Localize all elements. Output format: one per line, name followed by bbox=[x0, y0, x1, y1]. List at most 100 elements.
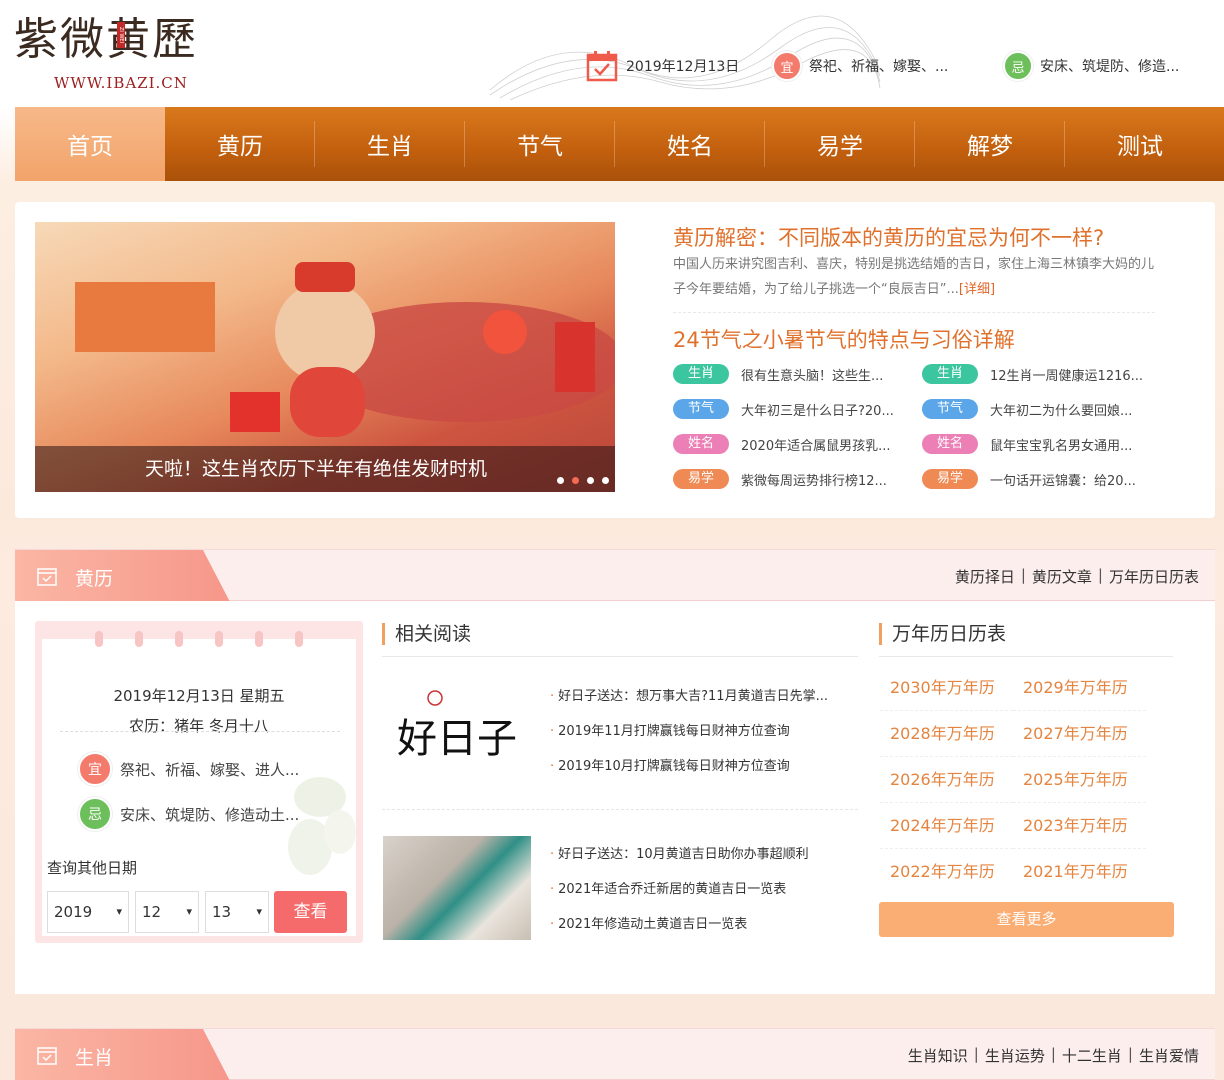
yi-badge: 宜 bbox=[78, 752, 112, 786]
link-twelve-zodiac[interactable]: 十二生肖 bbox=[1062, 1045, 1122, 1066]
nav-shengxiao[interactable]: 生肖 bbox=[315, 107, 465, 181]
link-shengxiao-fortune[interactable]: 生肖运势 bbox=[985, 1045, 1045, 1066]
haorizi-text: 好日子 bbox=[397, 716, 517, 762]
year-link[interactable]: 2027年万年历 bbox=[1013, 711, 1146, 757]
year-link[interactable]: 2021年万年历 bbox=[1013, 849, 1146, 895]
reading-link[interactable]: 2019年11月打牌赢钱每日财神方位查询 bbox=[550, 714, 828, 749]
news-title[interactable]: 一句话开运锦囊：给20... bbox=[990, 470, 1136, 489]
mahjong-image[interactable] bbox=[383, 836, 531, 940]
day-select[interactable]: 13 bbox=[205, 891, 269, 933]
link-huangli-zeri[interactable]: 黄历择日 bbox=[955, 566, 1015, 587]
link-separator: | bbox=[1097, 566, 1103, 584]
link-huangli-article[interactable]: 黄历文章 bbox=[1032, 566, 1092, 587]
detail-link[interactable]: [详细] bbox=[959, 282, 995, 297]
news-item[interactable]: 易学 一句话开运锦囊：给20... bbox=[922, 469, 1136, 489]
featured-title-1[interactable]: 黄历解密：不同版本的黄历的宜忌为何不一样? bbox=[673, 222, 1104, 252]
shengxiao-section-tab: 生肖 bbox=[15, 1029, 230, 1080]
nav-yixue[interactable]: 易学 bbox=[765, 107, 915, 181]
news-title[interactable]: 很有生意头脑！这些生... bbox=[741, 365, 883, 384]
nav-jieqi[interactable]: 节气 bbox=[465, 107, 615, 181]
section-links: 生肖知识 | 生肖运势 | 十二生肖 | 生肖爱情 bbox=[908, 1045, 1199, 1066]
year-link[interactable]: 2029年万年历 bbox=[1013, 665, 1146, 711]
tag-pill: 易学 bbox=[673, 469, 729, 489]
carousel-dot[interactable] bbox=[602, 477, 609, 484]
reading-link[interactable]: 2021年修造动土黄道吉日一览表 bbox=[550, 907, 809, 942]
year-link[interactable]: 2026年万年历 bbox=[880, 757, 1013, 803]
featured-panel: 天啦！这生肖农历下半年有绝佳发财时机 黄历解密：不同版本的黄历的宜忌为何不一样?… bbox=[15, 202, 1215, 518]
calendar-ring bbox=[175, 631, 183, 647]
site-url[interactable]: WWW.IBAZI.CN bbox=[54, 74, 188, 92]
calendar-ji-text: 安床、筑堤防、修造动土... bbox=[120, 805, 300, 824]
news-item[interactable]: 生肖 很有生意头脑！这些生... bbox=[673, 364, 883, 384]
calendar-date: 2019年12月13日 星期五 bbox=[113, 687, 285, 705]
view-date-button[interactable]: 查看 bbox=[274, 891, 347, 933]
news-title[interactable]: 大年初二为什么要回娘... bbox=[990, 400, 1132, 419]
news-item[interactable]: 姓名 鼠年宝宝乳名男女通用... bbox=[922, 434, 1132, 454]
header-ji: 忌 安床、筑堤防、修造... bbox=[1003, 50, 1179, 82]
news-item[interactable]: 姓名 2020年适合属鼠男孩乳... bbox=[673, 434, 890, 454]
link-separator: | bbox=[973, 1045, 979, 1063]
calendar-check-icon bbox=[586, 51, 618, 82]
year-link[interactable]: 2030年万年历 bbox=[880, 665, 1013, 711]
news-item[interactable]: 节气 大年初二为什么要回娘... bbox=[922, 399, 1132, 419]
year-link[interactable]: 2022年万年历 bbox=[880, 849, 1013, 895]
carousel-dot[interactable] bbox=[572, 477, 579, 484]
nav-huangli[interactable]: 黄历 bbox=[165, 107, 315, 181]
reading-link[interactable]: 好日子送达：10月黄道吉日助你办事超顺利 bbox=[550, 837, 809, 872]
nav-ceshi[interactable]: 测试 bbox=[1065, 107, 1215, 181]
year-link[interactable]: 2025年万年历 bbox=[1013, 757, 1146, 803]
wannianli-underline bbox=[879, 656, 1173, 657]
calendar-ring bbox=[215, 631, 223, 647]
related-reading-title: 相关阅读 bbox=[382, 623, 471, 645]
tag-pill: 节气 bbox=[922, 399, 978, 419]
news-item[interactable]: 节气 大年初三是什么日子?20... bbox=[673, 399, 894, 419]
logo-seal: ZI WEI bbox=[117, 22, 125, 48]
year-link[interactable]: 2023年万年历 bbox=[1013, 803, 1146, 849]
news-title[interactable]: 2020年适合属鼠男孩乳... bbox=[741, 435, 890, 454]
reading-link[interactable]: 好日子送达：想万事大吉?11月黄道吉日先掌... bbox=[550, 679, 828, 714]
header-yi-text: 祭祀、祈福、嫁娶、... bbox=[809, 59, 949, 75]
carousel-dot[interactable] bbox=[587, 477, 594, 484]
featured-title-2[interactable]: 24节气之小暑节气的特点与习俗详解 bbox=[673, 324, 1015, 354]
calendar-card: 2019年12月13日 星期五 农历：猪年 冬月十八 宜 祭祀、祈福、嫁娶、进人… bbox=[35, 621, 363, 943]
calendar-yi-text: 祭祀、祈福、嫁娶、进人... bbox=[120, 760, 300, 779]
link-shengxiao-love[interactable]: 生肖爱情 bbox=[1139, 1045, 1199, 1066]
calendar-ji-row: 忌 安床、筑堤防、修造动土... bbox=[78, 797, 299, 831]
banner-carousel[interactable]: 天啦！这生肖农历下半年有绝佳发财时机 bbox=[35, 222, 615, 492]
news-title[interactable]: 鼠年宝宝乳名男女通用... bbox=[990, 435, 1132, 454]
view-more-button[interactable]: 查看更多 bbox=[879, 902, 1174, 937]
link-wannianli[interactable]: 万年历日历表 bbox=[1109, 566, 1199, 587]
reading-link[interactable]: 2021年适合乔迁新居的黄道吉日一览表 bbox=[550, 872, 809, 907]
news-title[interactable]: 大年初三是什么日子?20... bbox=[741, 400, 894, 419]
nav-xingming[interactable]: 姓名 bbox=[615, 107, 765, 181]
reading-link[interactable]: 2019年10月打牌赢钱每日财神方位查询 bbox=[550, 749, 828, 784]
haorizi-image[interactable]: 好日子 bbox=[383, 682, 531, 782]
nav-jiemeng[interactable]: 解梦 bbox=[915, 107, 1065, 181]
calendar-yi-row: 宜 祭祀、祈福、嫁娶、进人... bbox=[78, 752, 299, 786]
link-separator: | bbox=[1020, 566, 1026, 584]
year-link[interactable]: 2024年万年历 bbox=[880, 803, 1013, 849]
calendar-icon bbox=[37, 1047, 57, 1065]
carousel-dots bbox=[557, 477, 609, 484]
year-select[interactable]: 2019 bbox=[47, 891, 129, 933]
link-shengxiao-knowledge[interactable]: 生肖知识 bbox=[908, 1045, 968, 1066]
news-title[interactable]: 紫微每周运势排行榜12... bbox=[741, 470, 887, 489]
featured-desc-text: 中国人历来讲究图吉利、喜庆，特别是挑选结婚的吉日，家住上海三林镇李大妈的儿子今年… bbox=[673, 257, 1155, 297]
year-link[interactable]: 2028年万年历 bbox=[880, 711, 1013, 757]
banner-caption[interactable]: 天啦！这生肖农历下半年有绝佳发财时机 bbox=[35, 446, 615, 492]
nav-home[interactable]: 首页 bbox=[15, 107, 165, 181]
header-yi: 宜 祭祀、祈福、嫁娶、... bbox=[772, 50, 948, 82]
month-select[interactable]: 12 bbox=[135, 891, 199, 933]
news-item[interactable]: 生肖 12生肖一周健康运1216... bbox=[922, 364, 1143, 384]
tag-pill: 生肖 bbox=[673, 364, 729, 384]
calendar-card-body: 2019年12月13日 星期五 农历：猪年 冬月十八 宜 祭祀、祈福、嫁娶、进人… bbox=[42, 639, 356, 936]
header-date-text: 2019年12月13日 bbox=[626, 59, 740, 75]
huangli-section-header: 黄历 黄历择日 | 黄历文章 | 万年历日历表 bbox=[15, 549, 1215, 602]
reading-divider bbox=[382, 809, 858, 810]
news-title[interactable]: 12生肖一周健康运1216... bbox=[990, 365, 1143, 384]
site-logo[interactable]: 紫微黄歷 bbox=[14, 12, 198, 68]
reading-underline bbox=[382, 656, 858, 657]
news-item[interactable]: 易学 紫微每周运势排行榜12... bbox=[673, 469, 887, 489]
yi-badge: 宜 bbox=[772, 51, 802, 81]
carousel-dot[interactable] bbox=[557, 477, 564, 484]
